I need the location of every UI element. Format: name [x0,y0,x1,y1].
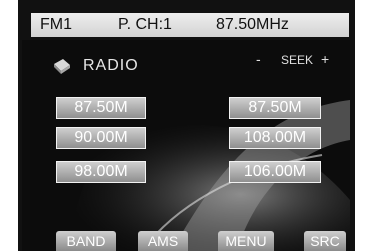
preset-button-4[interactable]: 87.50M [229,97,321,119]
preset-button-1[interactable]: 87.50M [56,97,146,119]
seek-label: SEEK [281,53,314,67]
band-button[interactable]: BAND [56,231,116,251]
preset-button-6[interactable]: 106.00M [229,161,321,183]
preset-button-3[interactable]: 98.00M [56,161,146,183]
radio-icon [54,59,70,74]
status-bar: FM1 P. CH:1 87.50MHz [31,13,349,37]
frequency-display: 87.50MHz [216,16,289,33]
radio-label: RADIO [83,57,139,74]
band-indicator: FM1 [40,16,72,33]
preset-channel-indicator: P. CH:1 [118,16,172,33]
seek-down-button[interactable]: - [256,51,261,67]
preset-button-5[interactable]: 108.00M [229,127,321,149]
menu-button[interactable]: MENU [218,231,274,251]
seek-up-button[interactable]: + [321,51,329,67]
ams-button[interactable]: AMS [138,231,188,251]
preset-button-2[interactable]: 90.00M [56,127,146,149]
src-button[interactable]: SRC [304,231,346,251]
